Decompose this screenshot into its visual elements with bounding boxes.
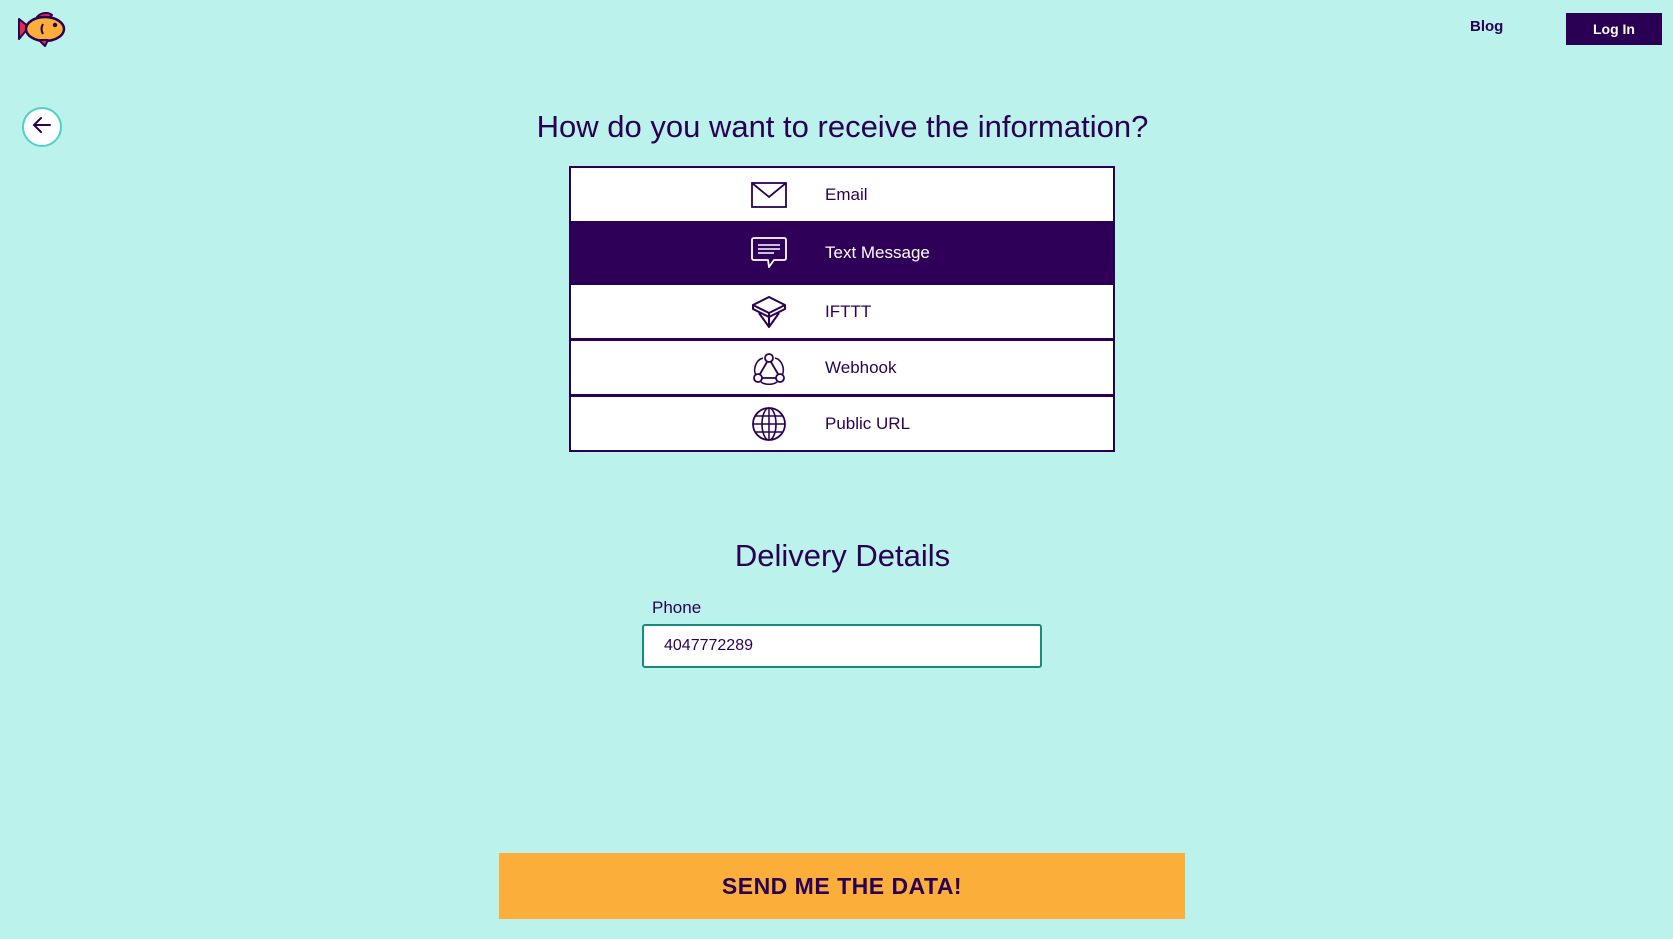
- login-button[interactable]: Log In: [1566, 13, 1662, 45]
- send-data-button[interactable]: SEND ME THE DATA!: [499, 853, 1185, 919]
- option-public-url[interactable]: Public URL: [571, 397, 1113, 450]
- option-label: Text Message: [825, 243, 930, 262]
- chat-bubble-icon: [750, 234, 788, 272]
- phone-input[interactable]: [642, 624, 1042, 668]
- webhook-icon: [750, 349, 788, 387]
- option-label: Email: [825, 184, 868, 204]
- phone-label: Phone: [652, 598, 702, 617]
- option-email[interactable]: Email: [571, 168, 1113, 221]
- ifttt-box-icon: [750, 293, 788, 331]
- delivery-details-title: Delivery Details: [734, 538, 951, 573]
- option-text-message[interactable]: Text Message: [571, 224, 1113, 282]
- option-webhook[interactable]: Webhook: [571, 341, 1113, 394]
- envelope-icon: [750, 176, 788, 214]
- option-label: IFTTT: [825, 301, 872, 321]
- page-title: How do you want to receive the informati…: [536, 109, 1149, 144]
- delivery-method-list: Email Text Message IFTTT Webhook Public …: [569, 166, 1115, 452]
- fish-logo-icon[interactable]: [15, 9, 68, 49]
- option-ifttt[interactable]: IFTTT: [571, 285, 1113, 338]
- globe-icon: [750, 405, 788, 443]
- option-label: Public URL: [825, 413, 911, 433]
- page: Blog Log In How do you want to receive t…: [0, 0, 1673, 939]
- blog-link[interactable]: Blog: [1470, 18, 1503, 35]
- option-label: Webhook: [825, 357, 897, 377]
